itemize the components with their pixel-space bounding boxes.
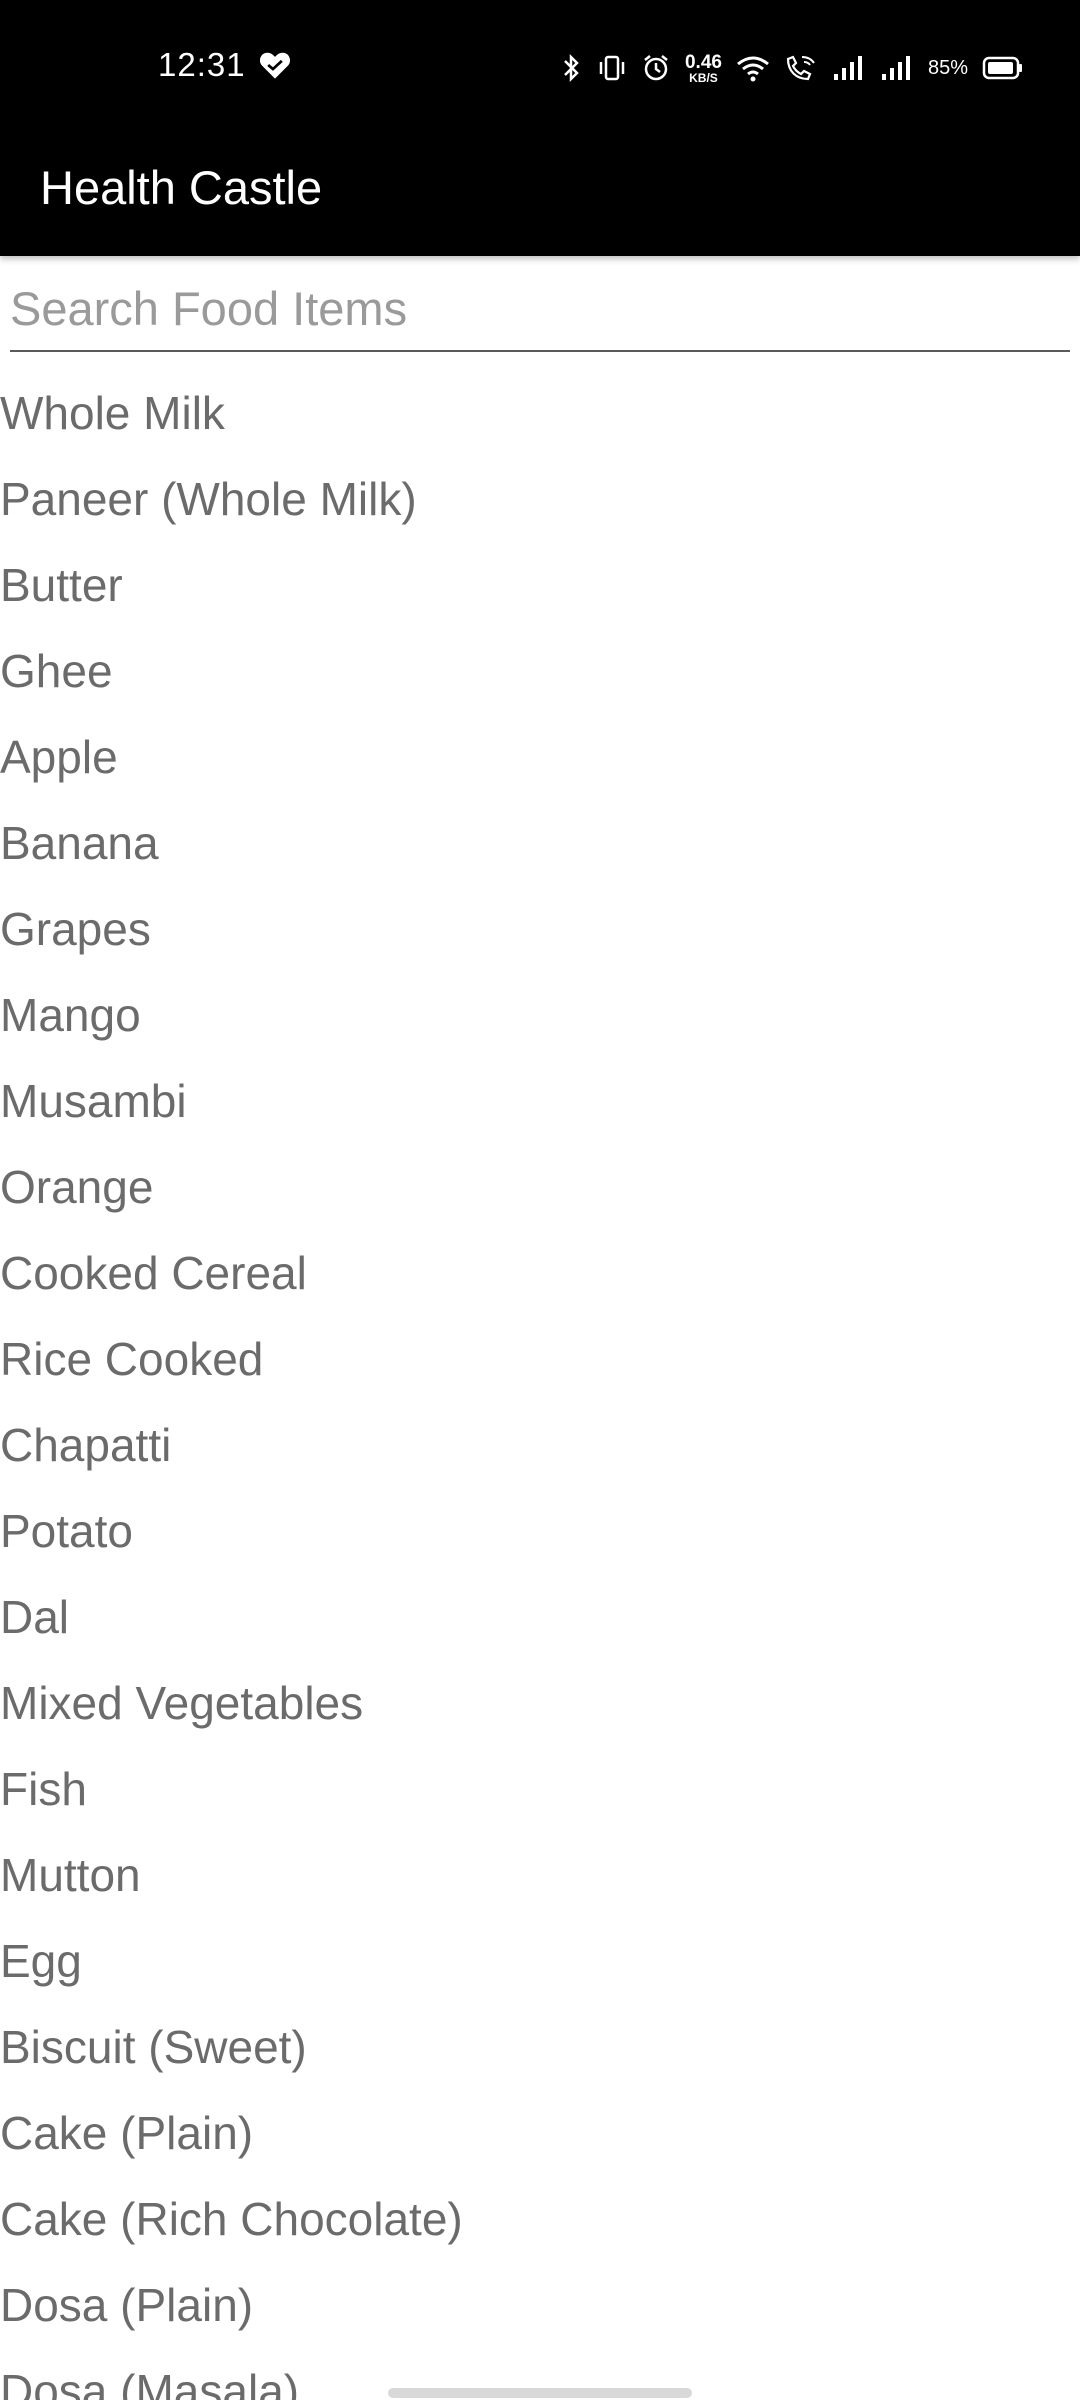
battery-percent: 85%: [927, 56, 968, 79]
list-item[interactable]: Mixed Vegetables: [0, 1660, 1080, 1746]
list-item[interactable]: Ghee: [0, 628, 1080, 714]
list-item[interactable]: Whole Milk: [0, 370, 1080, 456]
list-item[interactable]: Apple: [0, 714, 1080, 800]
list-item[interactable]: Cake (Plain): [0, 2090, 1080, 2176]
list-item[interactable]: Chapatti: [0, 1402, 1080, 1488]
list-item[interactable]: Potato: [0, 1488, 1080, 1574]
wifi-icon: [737, 56, 769, 82]
list-item[interactable]: Dal: [0, 1574, 1080, 1660]
list-item[interactable]: Biscuit (Sweet): [0, 2004, 1080, 2090]
list-item[interactable]: Paneer (Whole Milk): [0, 456, 1080, 542]
status-bar: 12:31 0.46 KB/S 85%: [0, 0, 1080, 136]
app-title: Health Castle: [40, 161, 323, 214]
net-speed-value: 0.46: [684, 51, 722, 73]
heart-icon: [259, 52, 291, 79]
bluetooth-icon: [564, 53, 579, 83]
signal-icon: [833, 56, 862, 80]
status-time: 12:31: [158, 46, 246, 83]
list-item[interactable]: Rice Cooked: [0, 1316, 1080, 1402]
net-speed-unit: KB/S: [689, 70, 718, 85]
list-item[interactable]: Fish: [0, 1746, 1080, 1832]
list-item[interactable]: Grapes: [0, 886, 1080, 972]
status-icons: 0.46 KB/S 85%: [561, 48, 1024, 88]
list-item[interactable]: Egg: [0, 1918, 1080, 2004]
battery-icon: [982, 56, 1022, 80]
list-item[interactable]: Musambi: [0, 1058, 1080, 1144]
alarm-icon: [644, 55, 668, 81]
list-item[interactable]: Butter: [0, 542, 1080, 628]
app-bar: Health Castle: [0, 136, 1080, 256]
list-item[interactable]: Cooked Cereal: [0, 1230, 1080, 1316]
list-item[interactable]: Cake (Rich Chocolate): [0, 2176, 1080, 2262]
search-field[interactable]: [10, 268, 1070, 352]
list-item[interactable]: Mango: [0, 972, 1080, 1058]
list-item[interactable]: Mutton: [0, 1832, 1080, 1918]
wifi-calling-icon: [786, 55, 815, 81]
signal-icon: [881, 56, 910, 80]
list-item[interactable]: Banana: [0, 800, 1080, 886]
list-item[interactable]: Orange: [0, 1144, 1080, 1230]
net-speed: 0.46 KB/S: [685, 53, 722, 84]
gesture-bar[interactable]: [388, 2388, 692, 2398]
vibrate-icon: [599, 55, 625, 81]
food-list[interactable]: Whole Milk Paneer (Whole Milk) Butter Ghee A…: [0, 370, 1080, 2400]
search-input[interactable]: [10, 268, 1070, 348]
list-item[interactable]: Dosa (Plain): [0, 2262, 1080, 2348]
